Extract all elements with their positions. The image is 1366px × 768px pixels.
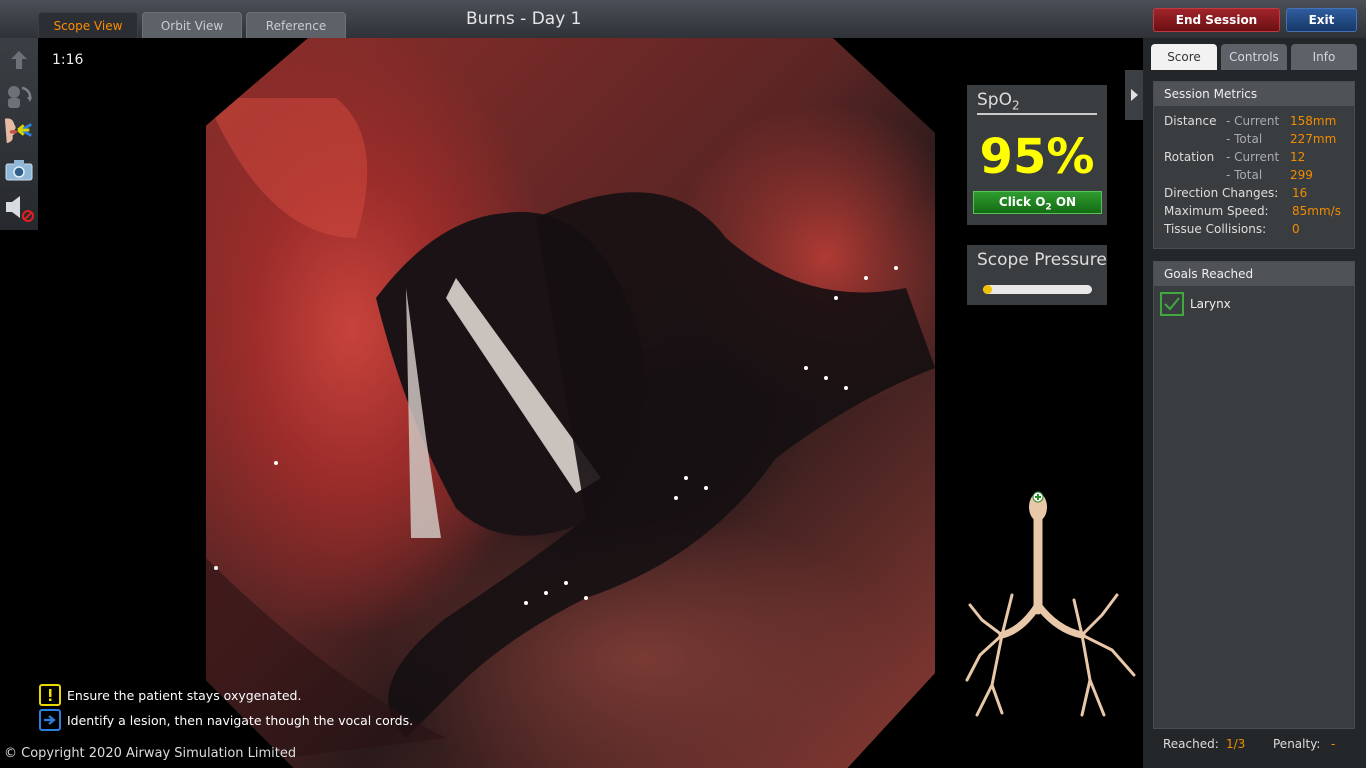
tissue-collisions-label: Tissue Collisions: (1164, 222, 1267, 236)
score-footer: Reached: 1/3 Penalty: - (1153, 733, 1355, 757)
distance-total-value: 227mm (1290, 132, 1337, 146)
chevron-right-icon (1131, 89, 1138, 101)
exit-button[interactable]: Exit (1286, 8, 1357, 32)
simulator-app: Scope View Orbit View Reference Burns - … (0, 0, 1366, 768)
distance-total-label: - Total (1226, 132, 1263, 146)
max-speed-label: Maximum Speed: (1164, 204, 1269, 218)
distance-current-value: 158mm (1290, 114, 1337, 128)
session-title: Burns - Day 1 (466, 9, 582, 29)
left-toolbar (0, 38, 38, 230)
spo2-title-subscript: 2 (1011, 98, 1020, 113)
tab-score[interactable]: Score (1151, 44, 1217, 70)
scope-pressure-fill (983, 285, 992, 294)
goals-reached-box: Goals Reached Larynx (1153, 261, 1355, 729)
rotation-current-value: 12 (1290, 150, 1306, 164)
o2-button-suffix: ON (1051, 195, 1077, 209)
spo2-value: 95% (979, 129, 1095, 185)
reached-label: Reached: (1163, 737, 1219, 751)
session-metrics-heading: Session Metrics (1154, 82, 1354, 106)
distance-label: Distance (1164, 114, 1217, 128)
session-timer: 1:16 (52, 52, 84, 68)
sound-muted-icon[interactable] (3, 192, 35, 224)
tab-scope-view[interactable]: Scope View (38, 12, 138, 38)
max-speed-value: 85mm/s (1292, 204, 1341, 218)
penalty-label: Penalty: (1273, 737, 1321, 751)
direction-changes-value: 16 (1292, 186, 1308, 200)
spo2-title-text: SpO (977, 90, 1012, 110)
o2-button-prefix: Click O (998, 195, 1046, 209)
direction-changes-label: Direction Changes: (1164, 186, 1279, 200)
spo2-panel: SpO2 95% Click O2 ON (967, 85, 1107, 225)
panel-collapse-button[interactable] (1125, 70, 1143, 120)
tab-controls[interactable]: Controls (1221, 44, 1287, 70)
goal-label: Larynx (1190, 297, 1231, 311)
tab-orbit-view[interactable]: Orbit View (142, 12, 242, 38)
tab-reference[interactable]: Reference (246, 12, 346, 38)
goal-item: Larynx (1160, 292, 1231, 316)
arrow-right-icon (39, 709, 61, 731)
scope-pressure-bar (983, 285, 1092, 294)
reached-value: 1/3 (1226, 737, 1246, 751)
scope-camera-view[interactable] (206, 38, 935, 768)
tissue-collisions-value: 0 (1292, 222, 1300, 236)
camera-icon[interactable] (3, 154, 35, 186)
message-navigation: Identify a lesion, then navigate though … (39, 709, 413, 731)
penalty-value: - (1331, 737, 1336, 751)
scope-pressure-title: Scope Pressure (977, 250, 1107, 270)
message-oxygen-text: Ensure the patient stays oxygenated. (67, 687, 302, 703)
spo2-title: SpO2 (977, 90, 1097, 116)
airway-map (962, 485, 1142, 730)
session-metrics-box: Session Metrics Distance - Current 158mm… (1153, 81, 1355, 249)
goals-reached-heading: Goals Reached (1154, 262, 1354, 286)
warning-icon (39, 684, 61, 706)
up-arrow-icon[interactable] (3, 44, 35, 76)
rotation-label: Rotation (1164, 150, 1215, 164)
copyright-notice: © Copyright 2020 Airway Simulation Limit… (4, 746, 297, 761)
rotation-current-label: - Current (1226, 150, 1280, 164)
end-session-button[interactable]: End Session (1153, 8, 1280, 32)
top-bar: Scope View Orbit View Reference Burns - … (0, 0, 1366, 38)
distance-current-label: - Current (1226, 114, 1280, 128)
scope-pressure-panel: Scope Pressure (967, 245, 1107, 305)
oxygen-toggle-button[interactable]: Click O2 ON (973, 191, 1102, 214)
message-oxygen: Ensure the patient stays oxygenated. (39, 684, 301, 706)
rotation-total-label: - Total (1226, 168, 1263, 182)
message-navigation-text: Identify a lesion, then navigate though … (67, 712, 414, 728)
rotate-scope-icon[interactable] (3, 80, 35, 112)
rotation-total-value: 299 (1290, 168, 1313, 182)
tab-info[interactable]: Info (1291, 44, 1357, 70)
checkmark-icon (1160, 292, 1184, 316)
oxygen-face-icon[interactable] (3, 114, 35, 146)
